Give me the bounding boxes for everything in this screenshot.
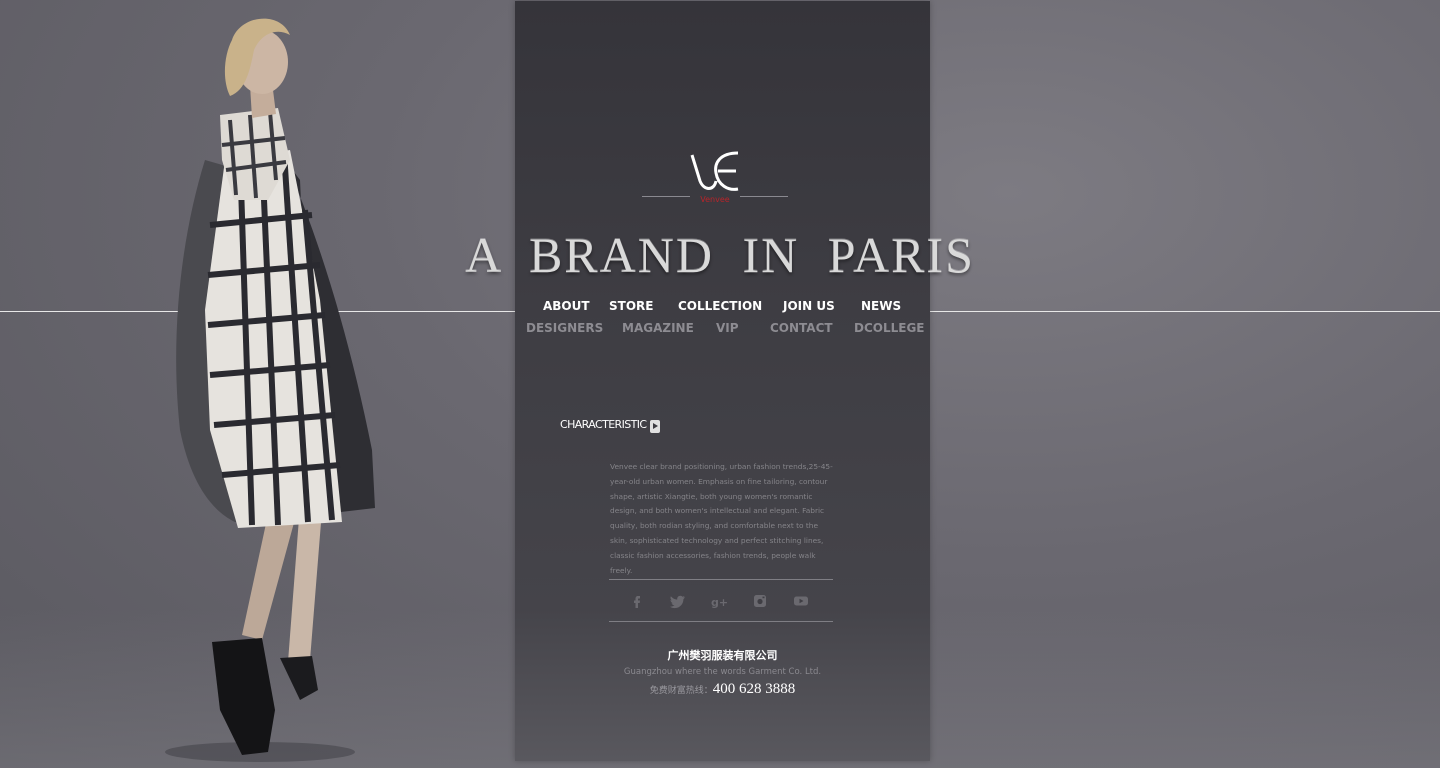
fashion-model-image	[165, 18, 375, 762]
nav-join-us[interactable]: JOIN US	[783, 299, 835, 313]
nav-magazine[interactable]: MAGAZINE	[622, 321, 694, 335]
twitter-icon[interactable]	[670, 593, 686, 609]
brand-description: Venvee clear brand positioning, urban fa…	[610, 462, 833, 575]
nav-designers[interactable]: DESIGNERS	[526, 321, 603, 335]
hotline-number[interactable]: 400 628 3888	[713, 681, 796, 697]
nav-dcollege[interactable]: DCOLLEGE	[854, 321, 925, 335]
brand-logo[interactable]: Venvee	[640, 141, 790, 211]
company-name-cn: 广州樊羽服装有限公司	[667, 649, 778, 662]
nav-vip[interactable]: VIP	[716, 321, 739, 335]
social-divider-top	[609, 579, 833, 580]
svg-text:g+: g+	[711, 596, 727, 609]
logo-line-right	[740, 196, 788, 197]
nav-store[interactable]: STORE	[609, 299, 653, 313]
nav-about[interactable]: ABOUT	[543, 299, 590, 313]
youtube-icon[interactable]	[793, 593, 809, 609]
logo-wordmark: Venvee	[700, 195, 730, 204]
nav-collection[interactable]: COLLECTION	[678, 299, 762, 313]
hotline-label: 免费财富热线：	[649, 686, 713, 696]
logo-line-left	[642, 196, 690, 197]
brand-headline: A BRAND IN PARIS	[465, 227, 975, 283]
facebook-icon[interactable]	[629, 593, 645, 609]
arrow-right-icon[interactable]	[650, 420, 660, 433]
social-divider-bottom	[609, 621, 833, 622]
characteristic-title: CHARACTERISTIC	[560, 418, 647, 431]
nav-news[interactable]: NEWS	[861, 299, 901, 313]
company-name-en: Guangzhou where the words Garment Co. Lt…	[623, 667, 822, 677]
divider-line-right	[930, 311, 1440, 312]
google-plus-icon[interactable]: g+	[711, 593, 727, 609]
instagram-icon[interactable]	[752, 593, 768, 609]
hotline: 免费财富热线：400 628 3888	[515, 680, 930, 698]
nav-contact[interactable]: CONTACT	[770, 321, 833, 335]
